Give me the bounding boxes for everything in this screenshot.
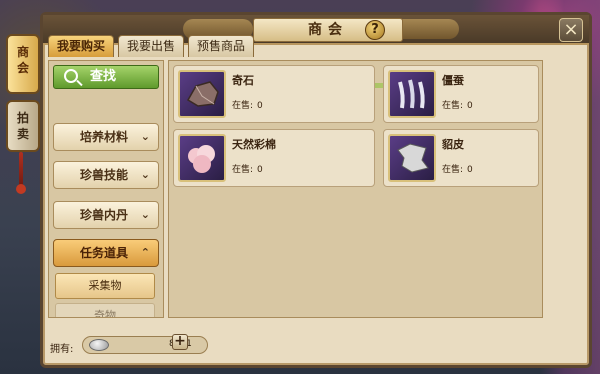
- side-tab-auction-label: 拍 卖: [16, 111, 29, 141]
- search-button[interactable]: 查找: [53, 65, 159, 89]
- tab-buy[interactable]: 我要购买: [48, 35, 115, 57]
- silver-ingot-icon: [89, 339, 109, 351]
- stock-count: 0: [257, 101, 263, 111]
- item-name: 僵蚕: [442, 74, 464, 87]
- side-tab-market[interactable]: 商 会: [6, 34, 40, 94]
- stock-count: 0: [257, 165, 263, 175]
- category-pet-cores[interactable]: 珍兽内丹 ⌄: [53, 201, 159, 229]
- tab-sell[interactable]: 我要出售: [118, 35, 185, 57]
- category-label: 培养材料: [80, 130, 129, 144]
- fur-icon: [388, 134, 436, 182]
- stock-label: 在售:: [442, 165, 464, 175]
- stock-count: 0: [467, 165, 473, 175]
- side-tab-market-label: 商 会: [16, 45, 29, 75]
- fur-graphic: [397, 143, 429, 173]
- category-list[interactable]: 查找 培养材料 ⌄ 珍兽技能 ⌄ 珍兽内丹 ⌄ 任务道具 ⌃ 采集物 奇物: [48, 60, 164, 318]
- item-stock: 在售: 0: [232, 162, 263, 175]
- stone-graphic: [186, 81, 219, 107]
- item-grid: 奇石 在售: 0 僵蚕 在售: 0 天然彩棉 在售: 0 貂皮 在售: 0: [168, 60, 543, 318]
- currency-display: 8501: [82, 336, 208, 354]
- item-name: 天然彩棉: [232, 138, 276, 151]
- stock-label: 在售:: [232, 101, 254, 111]
- item-card-silkworm[interactable]: 僵蚕 在售: 0: [383, 65, 539, 123]
- help-button[interactable]: ?: [365, 20, 385, 40]
- list-fade: [49, 89, 163, 103]
- chevron-down-icon: ⌄: [140, 168, 150, 181]
- item-name: 貂皮: [442, 138, 464, 151]
- stock-label: 在售:: [232, 165, 254, 175]
- category-pet-skills[interactable]: 珍兽技能 ⌄: [53, 161, 159, 189]
- category-quest-items[interactable]: 任务道具 ⌃: [53, 239, 159, 267]
- item-card-odd-stone[interactable]: 奇石 在售: 0: [173, 65, 375, 123]
- item-card-sable-fur[interactable]: 貂皮 在售: 0: [383, 129, 539, 187]
- footer-bar: 拥有: 8501 +: [42, 330, 592, 360]
- tab-presale[interactable]: 预售商品: [188, 35, 255, 57]
- item-card-natural-cotton[interactable]: 天然彩棉 在售: 0: [173, 129, 375, 187]
- stone-icon: [178, 70, 226, 118]
- add-currency-button[interactable]: +: [172, 334, 188, 350]
- item-stock: 在售: 0: [232, 98, 263, 111]
- chevron-up-icon: ⌃: [140, 246, 150, 259]
- tassel-ornament: [16, 152, 26, 194]
- silkworm-graphic: [398, 79, 425, 109]
- search-button-label: 查找: [90, 69, 117, 84]
- silkworm-icon: [388, 70, 436, 118]
- chevron-down-icon: ⌄: [140, 130, 150, 143]
- stock-count: 0: [467, 101, 473, 111]
- top-tabs: 我要购买 我要出售 预售商品: [48, 35, 255, 57]
- subcategory-gathered[interactable]: 采集物: [55, 273, 155, 299]
- item-stock: 在售: 0: [442, 162, 473, 175]
- chevron-down-icon: ⌄: [140, 208, 150, 221]
- cotton-graphic: [188, 145, 215, 173]
- item-name: 奇石: [232, 74, 254, 87]
- category-label: 任务道具: [80, 246, 129, 260]
- category-label: 珍兽内丹: [80, 208, 129, 222]
- category-training-materials[interactable]: 培养材料 ⌄: [53, 123, 159, 151]
- close-button[interactable]: ×: [559, 18, 583, 42]
- search-icon: [64, 69, 78, 83]
- item-stock: 在售: 0: [442, 98, 473, 111]
- subcategory-curios[interactable]: 奇物: [55, 303, 155, 317]
- side-tab-auction[interactable]: 拍 卖: [6, 100, 40, 152]
- category-label: 珍兽技能: [80, 168, 129, 182]
- stock-label: 在售:: [442, 101, 464, 111]
- owned-label: 拥有:: [50, 344, 74, 355]
- cotton-icon: [178, 134, 226, 182]
